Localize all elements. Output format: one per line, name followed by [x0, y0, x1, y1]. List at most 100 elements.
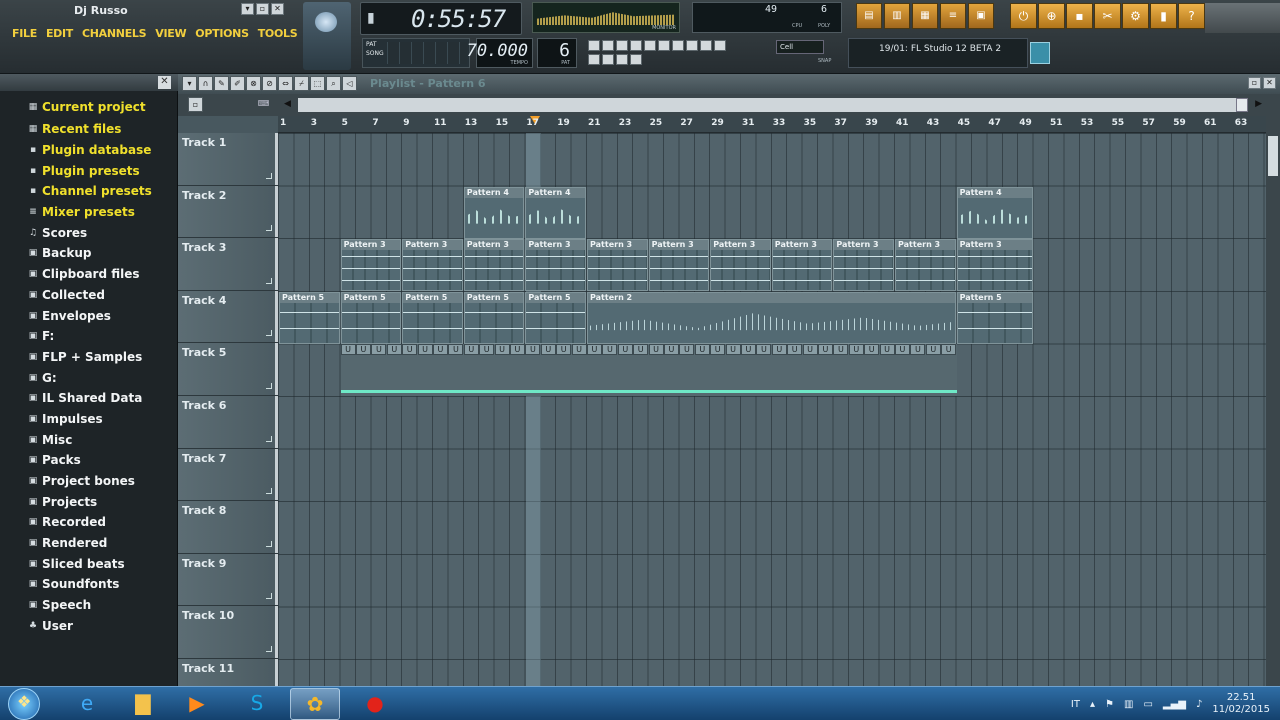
pattern-clip[interactable]: Pattern 3: [463, 239, 525, 292]
snap-dropdown[interactable]: Cell: [776, 40, 824, 54]
playlist-grid[interactable]: UUUUUUUUUUUUUUUUUUUUUUUUUUUUUUUUUUUUUUUU…: [278, 133, 1266, 686]
automation-point[interactable]: U: [663, 344, 679, 356]
track-resize-grip-icon[interactable]: [266, 435, 272, 442]
track-header[interactable]: Track 6: [178, 396, 278, 449]
menu-file[interactable]: FILE: [12, 27, 37, 40]
automation-point[interactable]: U: [910, 344, 926, 356]
browser-item[interactable]: ▣ Projects: [14, 491, 172, 512]
monitor-icon[interactable]: ▭: [1143, 699, 1152, 710]
close-icon[interactable]: ✕: [271, 3, 284, 15]
pattern-clip[interactable]: Pattern 5: [340, 291, 402, 344]
fl-studio-icon[interactable]: ✿: [290, 688, 340, 720]
browser-item[interactable]: ▦ Recent files: [14, 119, 172, 140]
track-header[interactable]: Track 8: [178, 501, 278, 554]
automation-point[interactable]: U: [725, 344, 741, 356]
pattern-clip[interactable]: Pattern 3: [956, 239, 1033, 292]
explorer-icon[interactable]: ▇: [118, 688, 168, 720]
track-name[interactable]: Track 2: [182, 189, 226, 202]
select-tool-icon[interactable]: ⬚: [310, 76, 325, 91]
news-icon[interactable]: [1030, 42, 1050, 64]
automation-point[interactable]: U: [525, 344, 541, 356]
menu-tools[interactable]: TOOLS: [258, 27, 298, 40]
pattern-clip[interactable]: Pattern 4: [956, 186, 1033, 239]
pattern-clip[interactable]: Pattern 3: [402, 239, 463, 292]
pattern-clip[interactable]: Pattern 5: [525, 291, 586, 344]
track-header[interactable]: Track 3: [178, 238, 278, 291]
pattern-song-mode[interactable]: PAT SONG: [362, 38, 470, 68]
file-icon[interactable]: ▮: [1150, 3, 1177, 29]
automation-point[interactable]: U: [694, 344, 710, 356]
automation-point[interactable]: U: [494, 344, 510, 356]
mixer-icon[interactable]: ≡: [940, 3, 966, 29]
loop-record-icon[interactable]: [658, 40, 670, 51]
delete-tool-icon[interactable]: ⊗: [246, 76, 261, 91]
automation-point[interactable]: U: [848, 344, 864, 356]
pattern-clip[interactable]: Pattern 2: [587, 291, 956, 344]
automation-point[interactable]: U: [925, 344, 941, 356]
automation-point[interactable]: U: [509, 344, 525, 356]
master-volume-knob[interactable]: [315, 12, 337, 32]
track-name[interactable]: Track 10: [182, 609, 234, 622]
automation-point[interactable]: U: [402, 344, 418, 356]
browser-item[interactable]: ▣ Soundfonts: [14, 574, 172, 595]
start-button[interactable]: [8, 688, 40, 720]
browser-item[interactable]: ▣ Envelopes: [14, 305, 172, 326]
ie-icon[interactable]: e: [62, 688, 112, 720]
mode-pat-label[interactable]: PAT: [366, 41, 377, 48]
menu-edit[interactable]: EDIT: [46, 27, 73, 40]
automation-point[interactable]: U: [479, 344, 495, 356]
track-name[interactable]: Track 7: [182, 452, 226, 465]
wait-icon[interactable]: [630, 54, 642, 65]
track-name[interactable]: Track 1: [182, 136, 226, 149]
tempo-display[interactable]: 70.000 TEMPO: [467, 38, 533, 68]
pattern-clip[interactable]: Pattern 4: [525, 186, 586, 239]
volume-icon[interactable]: ♪: [1196, 699, 1202, 710]
browser-close-icon[interactable]: ✕: [158, 76, 171, 89]
automation-point[interactable]: U: [586, 344, 602, 356]
automation-point[interactable]: U: [710, 344, 726, 356]
menu-options[interactable]: OPTIONS: [195, 27, 249, 40]
automation-point[interactable]: U: [894, 344, 910, 356]
transport-menu-icon[interactable]: ▮: [367, 10, 379, 28]
browser-item[interactable]: ▣ Rendered: [14, 533, 172, 554]
scroll-left-icon[interactable]: ◀: [284, 99, 291, 109]
browser-item[interactable]: ▣ Collected: [14, 285, 172, 306]
pattern-clip[interactable]: Pattern 3: [525, 239, 586, 292]
automation-point[interactable]: U: [833, 344, 849, 356]
pattern-clip[interactable]: Pattern 3: [340, 239, 402, 292]
vertical-scrollbar[interactable]: [1266, 116, 1280, 686]
playlist-maximize-icon[interactable]: ▫: [1248, 77, 1261, 89]
flag-icon[interactable]: ⚑: [1105, 699, 1114, 710]
step-edit-icon[interactable]: [630, 40, 642, 51]
horizontal-scrollbar[interactable]: [298, 98, 1246, 112]
automation-point[interactable]: U: [802, 344, 818, 356]
signal-icon[interactable]: ▂▄▆: [1163, 699, 1186, 710]
browser-item[interactable]: ▪ Plugin database: [14, 140, 172, 161]
vertical-scroll-thumb[interactable]: [1268, 136, 1278, 176]
track-resize-grip-icon[interactable]: [266, 593, 272, 600]
recording-filter-icon[interactable]: [686, 40, 698, 51]
automation-point[interactable]: U: [617, 344, 633, 356]
browser-item[interactable]: ♣ User: [14, 616, 172, 637]
snap-magnet-icon[interactable]: ∩: [198, 76, 213, 91]
track-header[interactable]: Track 7: [178, 448, 278, 502]
track-header[interactable]: Track 1: [178, 133, 278, 186]
automation-point[interactable]: U: [740, 344, 756, 356]
automation-point[interactable]: U: [679, 344, 695, 356]
track-name[interactable]: Track 3: [182, 241, 226, 254]
automation-point[interactable]: U: [432, 344, 448, 356]
menu-channels[interactable]: CHANNELS: [82, 27, 147, 40]
browser-item[interactable]: ▣ Misc: [14, 429, 172, 450]
playlist-icon[interactable]: ▤: [856, 3, 882, 29]
tempo-value[interactable]: 70.000: [467, 41, 528, 61]
track-header[interactable]: Track 4: [178, 290, 278, 344]
track-resize-grip-icon[interactable]: [266, 330, 272, 337]
piano-roll-icon[interactable]: ▥: [884, 3, 910, 29]
automation-point[interactable]: U: [340, 344, 356, 356]
record-icon[interactable]: ●: [350, 688, 400, 720]
automation-point[interactable]: U: [602, 344, 618, 356]
browser-item[interactable]: ▣ Speech: [14, 595, 172, 616]
automation-point[interactable]: U: [556, 344, 572, 356]
tray-arrow-icon[interactable]: ▴: [1090, 699, 1095, 710]
settings-icon[interactable]: ⚙: [1122, 3, 1149, 29]
